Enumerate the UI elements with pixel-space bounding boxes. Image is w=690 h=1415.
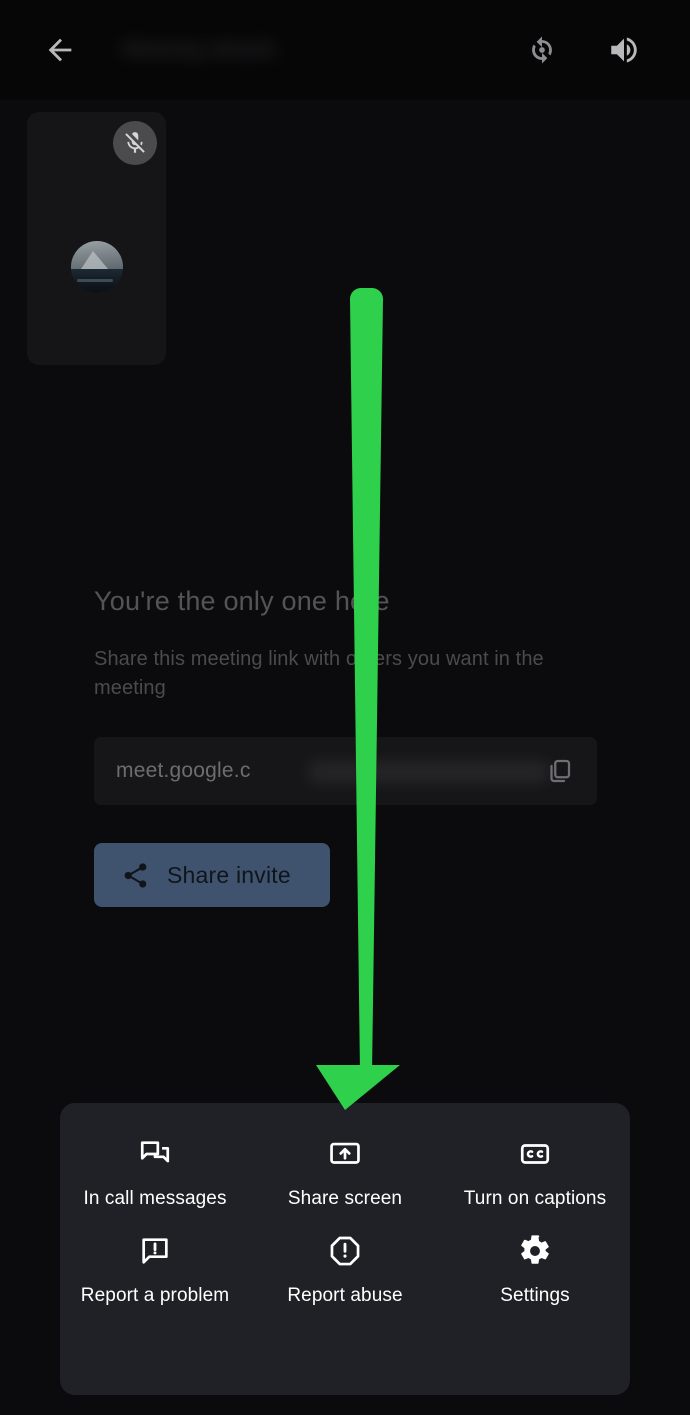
screen-share-icon — [325, 1134, 365, 1174]
sheet-item-share-screen[interactable]: Share screen — [250, 1134, 440, 1211]
sheet-item-label: Settings — [500, 1285, 570, 1306]
empty-state: You're the only one here Share this meet… — [94, 583, 602, 703]
mic-off-badge — [113, 121, 157, 165]
top-app-bar: Meeting details — [0, 0, 690, 100]
share-icon — [124, 862, 147, 887]
mic-off-icon — [125, 132, 145, 153]
in-call-options-sheet: In call messages Share screen Turn on ca… — [60, 1103, 630, 1395]
sheet-item-label: Share screen — [287, 1188, 403, 1209]
speaker-volume-icon — [611, 37, 637, 63]
sheet-item-report-a-problem[interactable]: Report a problem — [60, 1231, 250, 1308]
speaker-button[interactable] — [600, 26, 648, 74]
back-button[interactable] — [36, 26, 84, 74]
share-invite-button[interactable]: Share invite — [94, 843, 330, 907]
sheet-item-turn-on-captions[interactable]: Turn on captions — [440, 1134, 630, 1211]
sheet-item-label: Report abuse — [287, 1285, 403, 1306]
meeting-title: Meeting details — [122, 38, 279, 61]
sheet-item-in-call-messages[interactable]: In call messages — [60, 1134, 250, 1211]
copy-link-button[interactable] — [541, 753, 577, 789]
meeting-link-value: meet.google.c — [116, 759, 251, 782]
empty-state-subtitle: Share this meeting link with others you … — [94, 648, 544, 699]
copy-icon — [550, 759, 571, 783]
avatar — [70, 241, 123, 293]
meeting-link-field[interactable]: meet.google.c — [94, 737, 597, 805]
closed-captions-icon — [515, 1134, 555, 1174]
chat-bubbles-icon — [135, 1134, 175, 1174]
flip-camera-button[interactable] — [518, 26, 566, 74]
sheet-row-2: Report a problem Report abuse Settings — [60, 1211, 630, 1308]
sheet-item-label: In call messages — [83, 1188, 227, 1209]
arrow-left-icon — [48, 38, 72, 62]
meet-call-screen: Meeting details You're the only one here… — [0, 0, 690, 1415]
flip-camera-icon — [532, 36, 552, 64]
sheet-item-report-abuse[interactable]: Report abuse — [250, 1231, 440, 1308]
gear-icon — [515, 1231, 555, 1271]
avatar-ripple — [76, 278, 114, 282]
sheet-item-label: Turn on captions — [463, 1188, 607, 1209]
empty-state-title: You're the only one here — [94, 586, 390, 616]
sheet-item-label: Report a problem — [80, 1285, 230, 1306]
meeting-link-redaction — [309, 761, 549, 783]
sheet-row-1: In call messages Share screen Turn on ca… — [60, 1103, 630, 1211]
self-view-tile[interactable] — [27, 112, 166, 365]
share-invite-label: Share invite — [167, 861, 291, 888]
sheet-item-settings[interactable]: Settings — [440, 1231, 630, 1308]
feedback-icon — [135, 1231, 175, 1271]
report-abuse-icon — [325, 1231, 365, 1271]
